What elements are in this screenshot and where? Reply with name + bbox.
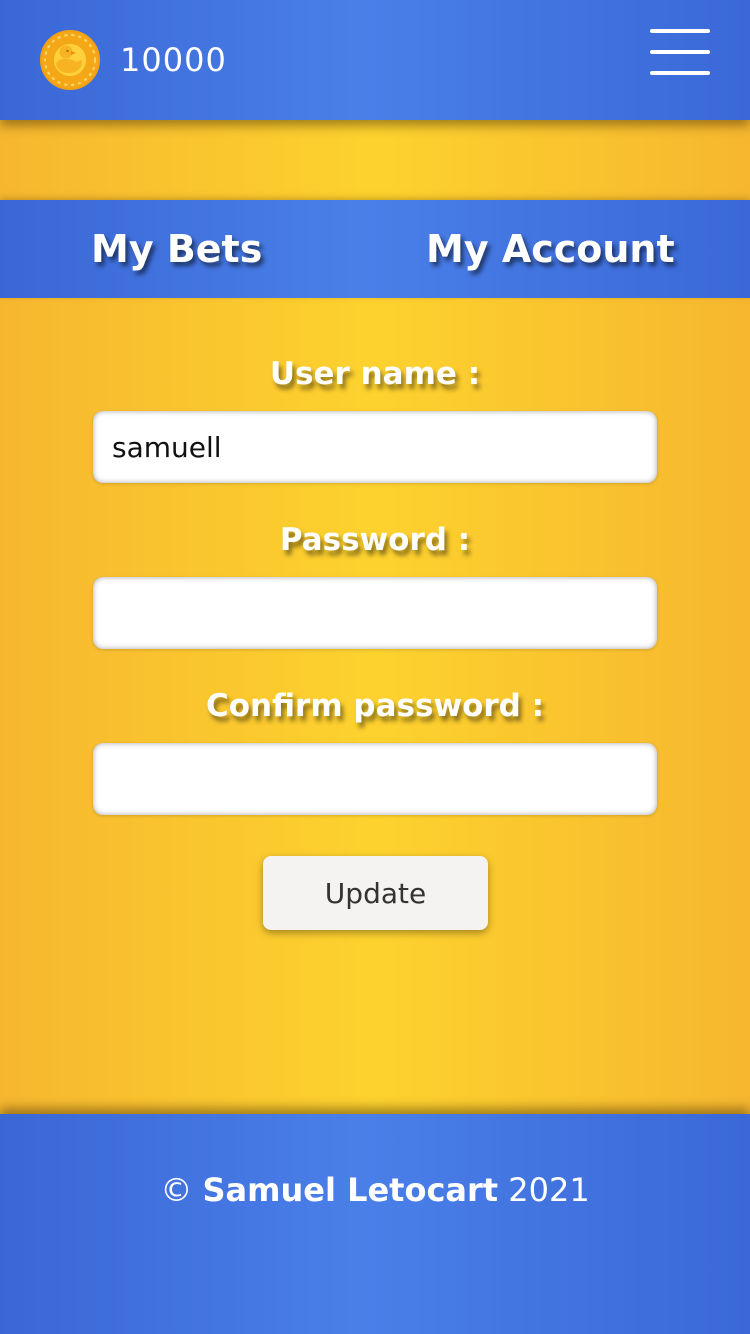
tab-my-account[interactable]: My Account — [426, 224, 675, 274]
menu-line — [650, 29, 710, 33]
confirm-password-label: Confirm password : — [205, 688, 545, 724]
hamburger-menu-icon[interactable] — [650, 29, 710, 75]
tab-my-bets[interactable]: My Bets — [91, 224, 262, 274]
footer-copyright: © Samuel Letocart 2021 — [0, 1170, 750, 1210]
menu-line — [650, 50, 710, 54]
footer-year: 2021 — [508, 1171, 590, 1209]
username-input[interactable] — [93, 411, 657, 483]
coin-balance: 10000 — [120, 41, 227, 79]
update-button[interactable]: Update — [263, 856, 488, 930]
confirm-password-input[interactable] — [93, 743, 657, 815]
duck-coin-icon — [40, 30, 100, 90]
copyright-symbol: © — [160, 1171, 193, 1209]
footer-author: Samuel Letocart — [202, 1171, 499, 1209]
password-input[interactable] — [93, 577, 657, 649]
menu-line — [650, 71, 710, 75]
footer: © Samuel Letocart 2021 — [0, 1114, 750, 1334]
tab-bar: My Bets My Account — [0, 200, 750, 298]
password-label: Password : — [279, 522, 471, 558]
top-header: 10000 — [0, 0, 750, 120]
username-label: User name : — [269, 356, 481, 392]
